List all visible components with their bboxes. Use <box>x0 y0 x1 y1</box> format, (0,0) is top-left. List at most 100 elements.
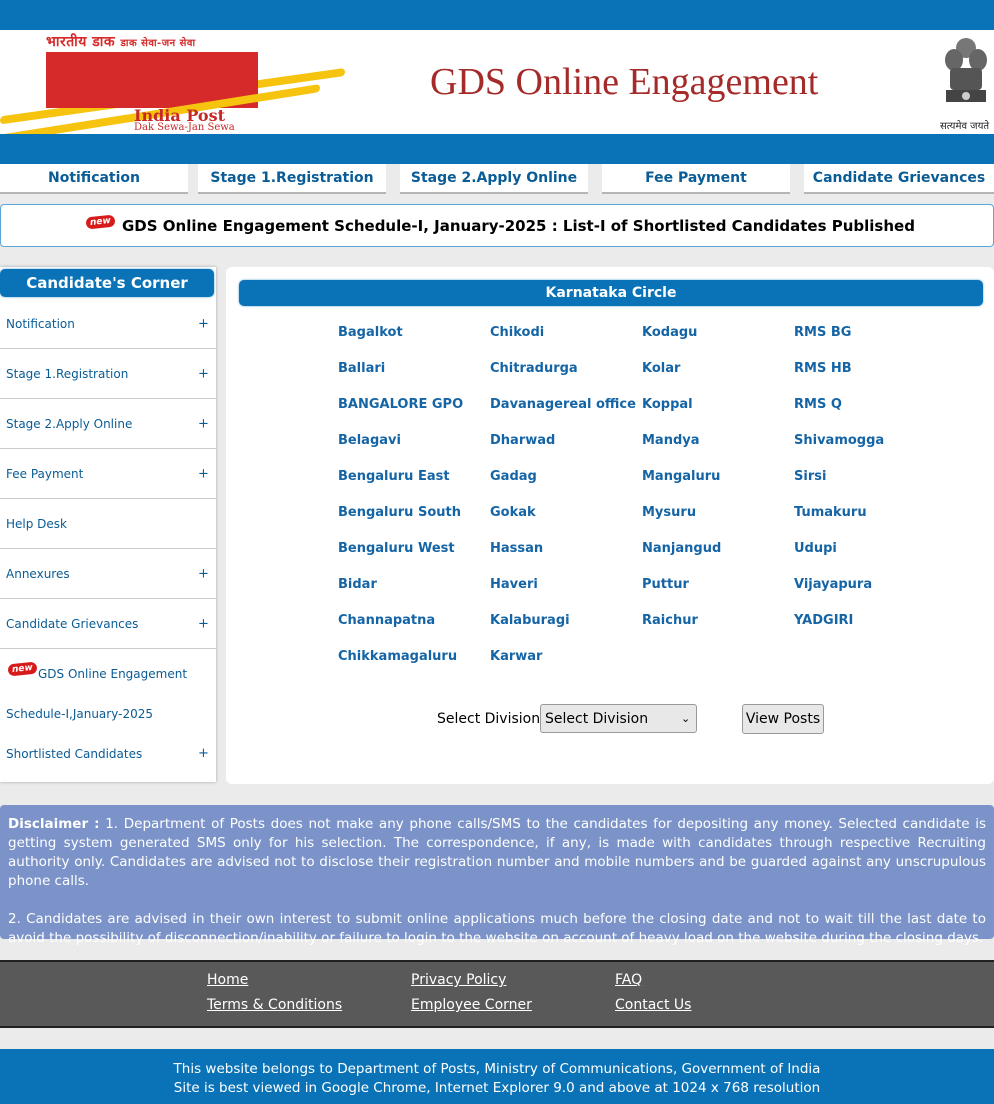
sidebar-item-shortlisted-candidates[interactable]: new GDS Online Engagement Schedule-I,Jan… <box>0 649 216 779</box>
india-post-logo[interactable]: भारतीय डाक डाक सेवा-जन सेवा India Post D… <box>0 30 350 143</box>
division-link[interactable]: BANGALORE GPO <box>338 397 463 412</box>
expand-icon[interactable]: + <box>198 746 209 761</box>
division-link[interactable]: Kodagu <box>642 325 697 340</box>
footer-links: Home Privacy Policy FAQ Terms & Conditio… <box>0 960 994 1028</box>
division-link[interactable]: Udupi <box>794 541 837 556</box>
sidebar-item-label: Shortlisted Candidates <box>6 747 143 761</box>
division-link[interactable]: Sirsi <box>794 469 826 484</box>
division-panel: Karnataka Circle Bagalkot Ballari BANGALOR… <box>226 267 994 784</box>
top-bar <box>0 0 994 30</box>
sidebar-item-label: Schedule-I,January-2025 <box>6 707 153 721</box>
sidebar-item-label: GDS Online Engagement <box>38 667 188 681</box>
division-link[interactable]: Koppal <box>642 397 693 412</box>
expand-icon[interactable]: + <box>198 316 209 331</box>
sidebar-title: Candidate's Corner <box>0 269 214 297</box>
sidebar-item-stage1-registration[interactable]: Stage 1.Registration + <box>0 349 216 399</box>
division-link[interactable]: Channapatna <box>338 613 435 628</box>
expand-icon[interactable]: + <box>198 366 209 381</box>
division-link[interactable]: Bengaluru South <box>338 505 461 520</box>
select-division-label: Select Division: <box>437 711 545 727</box>
division-link[interactable]: Dharwad <box>490 433 555 448</box>
division-link[interactable]: Gokak <box>490 505 536 520</box>
division-link[interactable]: Bagalkot <box>338 325 403 340</box>
sidebar-item-stage2-apply-online[interactable]: Stage 2.Apply Online + <box>0 399 216 449</box>
division-link[interactable]: Ballari <box>338 361 385 376</box>
tab-fee-payment[interactable]: Fee Payment <box>602 164 790 194</box>
logo-tagline: Dak Sewa-Jan Sewa <box>134 122 235 133</box>
division-link[interactable]: Kalaburagi <box>490 613 570 628</box>
division-link[interactable]: Chikodi <box>490 325 544 340</box>
disclaimer-text: 1. Department of Posts does not make any… <box>8 816 987 889</box>
division-select[interactable]: Select Division ⌄ <box>540 704 697 733</box>
ownership-text: This website belongs to Department of Po… <box>173 1061 821 1077</box>
expand-icon[interactable]: + <box>198 466 209 481</box>
division-link[interactable]: Gadag <box>490 469 537 484</box>
chevron-down-icon: ⌄ <box>681 712 691 725</box>
tab-notification[interactable]: Notification <box>0 164 188 194</box>
division-link[interactable]: Mangaluru <box>642 469 720 484</box>
disclaimer: Disclaimer : 1. Department of Posts does… <box>0 805 994 946</box>
expand-icon[interactable]: + <box>198 566 209 581</box>
disclaimer-heading: Disclaimer : <box>8 816 100 832</box>
logo-hindi-text: भारतीय डाक डाक सेवा-जन सेवा <box>46 34 196 50</box>
division-link[interactable]: RMS BG <box>794 325 851 340</box>
sidebar-item-candidate-grievances[interactable]: Candidate Grievances + <box>0 599 216 649</box>
lion-capital-icon <box>945 38 987 102</box>
division-link[interactable]: Belagavi <box>338 433 401 448</box>
footer-link-employee-corner[interactable]: Employee Corner <box>411 997 532 1013</box>
division-link[interactable]: Mandya <box>642 433 700 448</box>
header-strip <box>0 134 994 164</box>
sidebar-item-label: Fee Payment <box>6 466 84 481</box>
expand-icon[interactable]: + <box>198 416 209 431</box>
tab-stage2-apply-online[interactable]: Stage 2.Apply Online <box>400 164 588 194</box>
view-posts-button[interactable]: View Posts <box>742 704 824 734</box>
division-link[interactable]: Bengaluru East <box>338 469 450 484</box>
sidebar-item-notification[interactable]: Notification + <box>0 299 216 349</box>
division-link[interactable]: Hassan <box>490 541 543 556</box>
division-link[interactable]: Bengaluru West <box>338 541 455 556</box>
site-info-footer: This website belongs to Department of Po… <box>0 1049 994 1104</box>
news-ticker-link[interactable]: GDS Online Engagement Schedule-I, Januar… <box>122 217 915 235</box>
division-link[interactable]: Tumakuru <box>794 505 867 520</box>
news-ticker: new GDS Online Engagement Schedule-I, Ja… <box>0 204 994 247</box>
sidebar-item-label: Notification <box>6 316 75 331</box>
division-link[interactable]: Chikkamagaluru <box>338 649 457 664</box>
division-link[interactable]: Mysuru <box>642 505 696 520</box>
division-link[interactable]: Kolar <box>642 361 680 376</box>
sidebar-item-fee-payment[interactable]: Fee Payment + <box>0 449 216 499</box>
footer-link-faq[interactable]: FAQ <box>615 972 642 988</box>
disclaimer-text: 2. Candidates are advised in their own i… <box>8 911 986 946</box>
national-emblem: सत्यमेव जयते <box>936 30 994 134</box>
sidebar-item-label: Stage 2.Apply Online <box>6 416 133 431</box>
division-link[interactable]: Raichur <box>642 613 698 628</box>
division-link[interactable]: Haveri <box>490 577 538 592</box>
division-link[interactable]: Bidar <box>338 577 377 592</box>
division-link[interactable]: Davanagereal office <box>490 397 636 412</box>
division-link[interactable]: Puttur <box>642 577 689 592</box>
site-header: भारतीय डाक डाक सेवा-जन सेवा India Post D… <box>0 30 994 143</box>
division-link[interactable]: Vijayapura <box>794 577 872 592</box>
division-link[interactable]: Nanjangud <box>642 541 721 556</box>
footer-link-privacy-policy[interactable]: Privacy Policy <box>411 972 506 988</box>
division-link[interactable]: RMS Q <box>794 397 842 412</box>
sidebar-item-annexures[interactable]: Annexures + <box>0 549 216 599</box>
expand-icon[interactable]: + <box>198 616 209 631</box>
sidebar-item-label: Stage 1.Registration <box>6 366 129 381</box>
tab-candidate-grievances[interactable]: Candidate Grievances <box>804 164 994 194</box>
circle-title: Karnataka Circle <box>239 280 983 306</box>
division-link[interactable]: Karwar <box>490 649 542 664</box>
sidebar-item-label: Help Desk <box>6 516 67 531</box>
division-link[interactable]: Shivamogga <box>794 433 884 448</box>
footer-link-home[interactable]: Home <box>207 972 248 988</box>
new-badge-icon: new <box>7 661 38 677</box>
sidebar-item-help-desk[interactable]: Help Desk <box>0 499 216 549</box>
tab-stage1-registration[interactable]: Stage 1.Registration <box>198 164 386 194</box>
division-link[interactable]: YADGIRI <box>794 613 853 628</box>
sidebar-item-label: Candidate Grievances <box>6 616 139 631</box>
page-title: GDS Online Engagement <box>430 61 819 103</box>
footer-link-contact-us[interactable]: Contact Us <box>615 997 691 1013</box>
sidebar-item-label: Annexures <box>6 566 70 581</box>
footer-link-terms[interactable]: Terms & Conditions <box>207 997 342 1013</box>
division-link[interactable]: Chitradurga <box>490 361 578 376</box>
division-link[interactable]: RMS HB <box>794 361 852 376</box>
